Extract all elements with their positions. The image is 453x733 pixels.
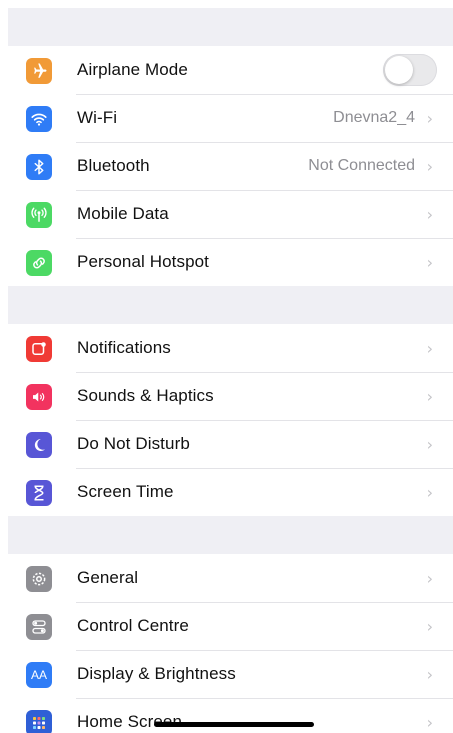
section-spacer bbox=[8, 286, 453, 324]
mobile-data-row[interactable]: Mobile Data › bbox=[8, 190, 453, 238]
general-label: General bbox=[77, 568, 139, 587]
bluetooth-status-value: Not Connected bbox=[308, 157, 415, 174]
wifi-row[interactable]: Wi-Fi Dnevna2_4 › bbox=[8, 94, 453, 142]
control-centre-label: Control Centre bbox=[77, 616, 189, 635]
chevron-right-icon: › bbox=[426, 108, 433, 128]
chevron-right-icon: › bbox=[426, 434, 433, 454]
speaker-icon bbox=[26, 384, 52, 410]
chevron-right-icon: › bbox=[426, 568, 433, 588]
chevron-right-icon: › bbox=[426, 386, 433, 406]
wifi-label: Wi-Fi bbox=[77, 108, 118, 127]
home-screen-row[interactable]: Home Screen › bbox=[8, 698, 453, 733]
general-row[interactable]: General › bbox=[8, 554, 453, 602]
notifications-group: Notifications › Sounds & Haptics › Do No… bbox=[8, 324, 453, 516]
chevron-right-icon: › bbox=[426, 664, 433, 684]
general-group: General › Control Centre › AA Display & … bbox=[8, 554, 453, 733]
airplane-mode-label: Airplane Mode bbox=[77, 60, 188, 79]
hourglass-icon bbox=[26, 480, 52, 506]
section-spacer bbox=[8, 8, 453, 46]
gear-icon bbox=[26, 566, 52, 592]
antenna-icon bbox=[26, 202, 52, 228]
screen-time-row[interactable]: Screen Time › bbox=[8, 468, 453, 516]
bluetooth-icon bbox=[26, 154, 52, 180]
chevron-right-icon: › bbox=[426, 712, 433, 732]
do-not-disturb-row[interactable]: Do Not Disturb › bbox=[8, 420, 453, 468]
airplane-mode-row[interactable]: Airplane Mode bbox=[8, 46, 453, 94]
screen-time-label: Screen Time bbox=[77, 482, 174, 501]
sounds-haptics-label: Sounds & Haptics bbox=[77, 386, 214, 405]
airplane-icon bbox=[26, 58, 52, 84]
switches-icon bbox=[26, 614, 52, 640]
chevron-right-icon: › bbox=[426, 338, 433, 358]
home-indicator[interactable] bbox=[154, 722, 314, 727]
personal-hotspot-row[interactable]: Personal Hotspot › bbox=[8, 238, 453, 286]
chevron-right-icon: › bbox=[426, 156, 433, 176]
notifications-label: Notifications bbox=[77, 338, 171, 357]
notifications-icon bbox=[26, 336, 52, 362]
bluetooth-label: Bluetooth bbox=[77, 156, 150, 175]
airplane-mode-toggle[interactable] bbox=[383, 54, 437, 86]
toggle-knob bbox=[385, 56, 413, 84]
mobile-data-label: Mobile Data bbox=[77, 204, 169, 223]
section-spacer bbox=[8, 516, 453, 554]
wifi-icon bbox=[26, 106, 52, 132]
chevron-right-icon: › bbox=[426, 204, 433, 224]
notifications-row[interactable]: Notifications › bbox=[8, 324, 453, 372]
display-brightness-row[interactable]: AA Display & Brightness › bbox=[8, 650, 453, 698]
control-centre-row[interactable]: Control Centre › bbox=[8, 602, 453, 650]
app-grid-icon bbox=[26, 710, 52, 733]
chevron-right-icon: › bbox=[426, 482, 433, 502]
chevron-right-icon: › bbox=[426, 252, 433, 272]
chevron-right-icon: › bbox=[426, 616, 433, 636]
top-strip bbox=[0, 0, 453, 8]
settings-screen: Airplane Mode Wi-Fi Dnevna2_4 › Bluetoot… bbox=[0, 0, 453, 733]
do-not-disturb-label: Do Not Disturb bbox=[77, 434, 190, 453]
hotspot-icon bbox=[26, 250, 52, 276]
text-size-icon: AA bbox=[26, 662, 52, 688]
sounds-haptics-row[interactable]: Sounds & Haptics › bbox=[8, 372, 453, 420]
wifi-network-value: Dnevna2_4 bbox=[333, 109, 415, 126]
bluetooth-row[interactable]: Bluetooth Not Connected › bbox=[8, 142, 453, 190]
moon-icon bbox=[26, 432, 52, 458]
personal-hotspot-label: Personal Hotspot bbox=[77, 252, 210, 271]
display-brightness-label: Display & Brightness bbox=[77, 664, 236, 683]
connectivity-group: Airplane Mode Wi-Fi Dnevna2_4 › Bluetoot… bbox=[8, 46, 453, 286]
